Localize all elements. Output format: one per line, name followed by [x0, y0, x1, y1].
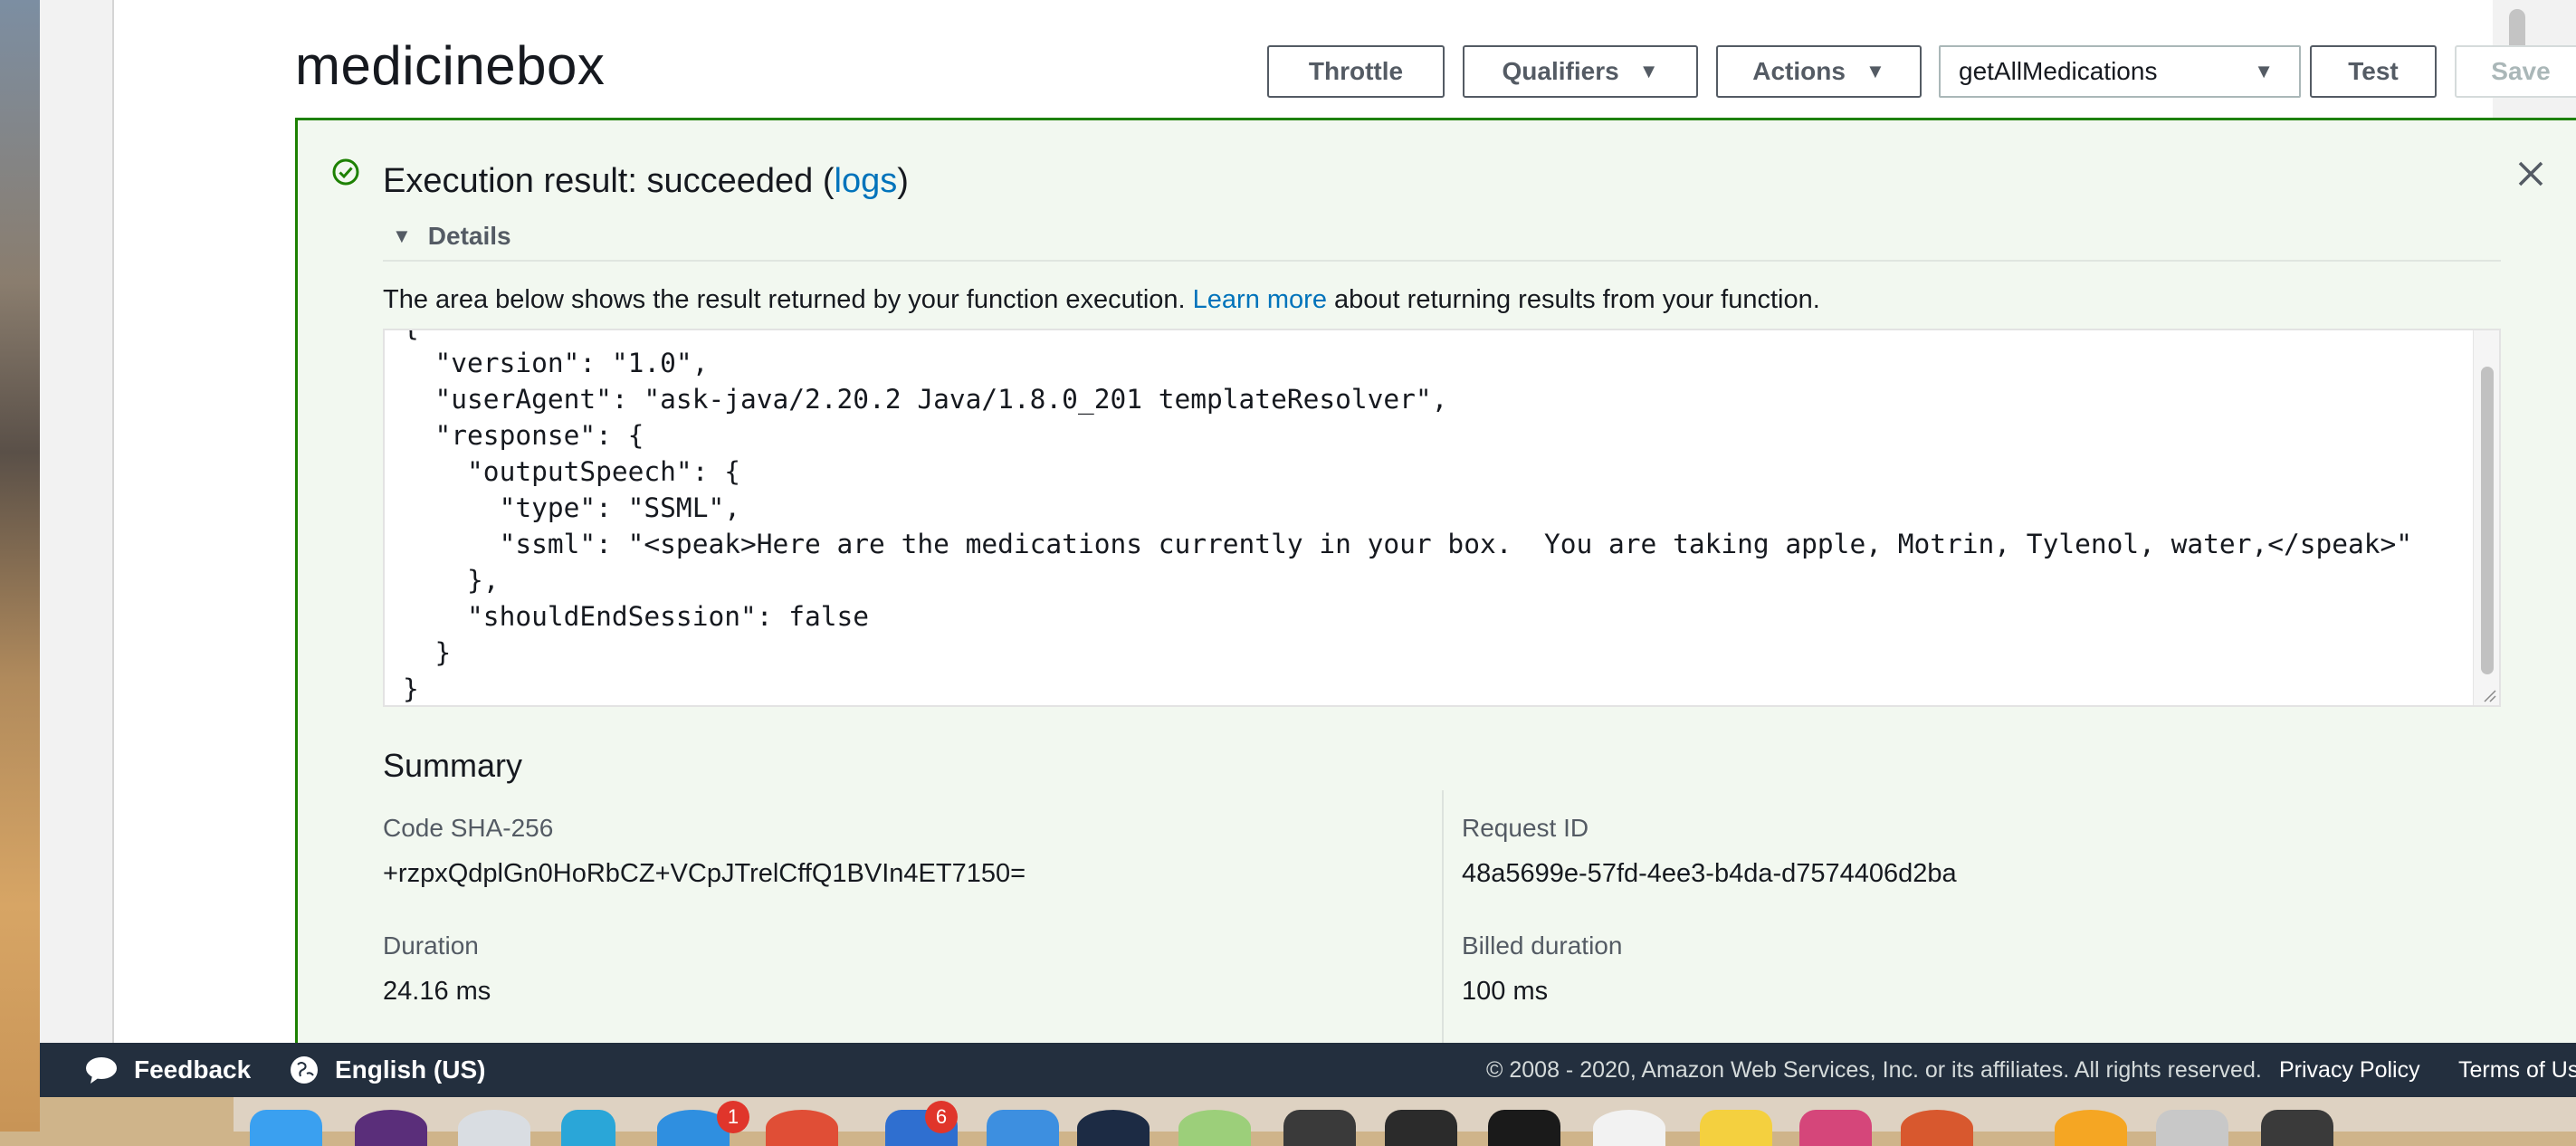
test-event-selected-value: getAllMedications [1959, 57, 2158, 85]
duration-label: Duration [383, 931, 479, 960]
duration-value: 24.16 ms [383, 977, 491, 1006]
dock-app-icon[interactable] [355, 1110, 427, 1146]
dock-app-icon[interactable] [766, 1110, 838, 1146]
code-sha-value: +rzpxQdplGn0HoRbCZ+VCpJTrelCffQ1BVIn4ET7… [383, 859, 1026, 888]
privacy-policy-link[interactable]: Privacy Policy [2279, 1057, 2420, 1084]
desktop-wallpaper [0, 0, 40, 1132]
result-heading-suffix: ) [897, 162, 909, 200]
details-divider [383, 260, 2501, 262]
caret-down-icon: ▼ [2254, 60, 2274, 82]
macos-dock: 1 6 [234, 1097, 2576, 1146]
dock-app-icon[interactable] [2156, 1110, 2228, 1146]
test-button-label: Test [2348, 57, 2399, 85]
dock-app-icon[interactable] [1077, 1110, 1150, 1146]
logs-link[interactable]: logs [835, 162, 898, 200]
dock-app-icon[interactable] [1593, 1110, 1665, 1146]
qualifiers-dropdown-button[interactable]: Qualifiers ▼ [1463, 45, 1698, 98]
qualifiers-button-label: Qualifiers [1502, 57, 1619, 85]
details-label: Details [427, 222, 511, 250]
throttle-button-label: Throttle [1308, 57, 1404, 85]
lambda-console-page: medicinebox Throttle Qualifiers ▼ Action… [112, 0, 2576, 1062]
speech-bubble-icon [86, 1057, 117, 1084]
details-expander[interactable]: ▼ Details [392, 222, 511, 251]
triangle-down-icon: ▼ [392, 224, 412, 247]
request-id-label: Request ID [1462, 814, 1589, 842]
browser-window: medicinebox Throttle Qualifiers ▼ Action… [40, 0, 2576, 1097]
caret-down-icon: ▼ [1865, 60, 1885, 82]
dock-app-icon[interactable] [1901, 1110, 1973, 1146]
notification-badge: 1 [717, 1101, 749, 1133]
resize-handle-icon[interactable] [2481, 687, 2497, 703]
dock-app-icon[interactable] [561, 1110, 615, 1146]
test-event-select[interactable]: getAllMedications ▼ [1939, 45, 2301, 98]
dock-app-icon[interactable] [1178, 1110, 1251, 1146]
terms-of-use-link[interactable]: Terms of Us [2458, 1057, 2576, 1084]
result-description-suffix: about returning results from your functi… [1326, 285, 1820, 314]
dock-app-icon[interactable] [987, 1110, 1059, 1146]
notification-badge: 6 [925, 1101, 958, 1133]
dock-app-finder[interactable] [250, 1110, 322, 1146]
summary-heading: Summary [383, 747, 523, 784]
check-circle-icon [332, 158, 359, 186]
dock-app-icon[interactable] [2261, 1110, 2333, 1146]
code-sha-label: Code SHA-256 [383, 814, 554, 842]
dock-app-icon[interactable] [1283, 1110, 1356, 1146]
billed-duration-value: 100 ms [1462, 977, 1549, 1006]
result-description: The area below shows the result returned… [383, 285, 1820, 315]
learn-more-link[interactable]: Learn more [1193, 285, 1327, 314]
execution-result-panel: Execution result: succeeded (logs) ▼ Det… [295, 118, 2576, 1062]
billed-duration-label: Billed duration [1462, 931, 1623, 960]
feedback-label: Feedback [134, 1055, 252, 1084]
result-description-prefix: The area below shows the result returned… [383, 285, 1193, 314]
feedback-button[interactable]: Feedback [85, 1055, 251, 1084]
function-name-title: medicinebox [295, 35, 606, 96]
save-button[interactable]: Save [2455, 45, 2576, 98]
save-button-label: Save [2491, 57, 2551, 85]
test-button[interactable]: Test [2310, 45, 2437, 98]
dock-app-icon[interactable] [1700, 1110, 1772, 1146]
dock-app-icon[interactable] [2055, 1110, 2127, 1146]
execution-result-heading: Execution result: succeeded (logs) [383, 162, 909, 201]
console-footer: Feedback English (US) © 2008 - 2020, Ama… [40, 1043, 2576, 1097]
result-output-textarea[interactable]: { "version": "1.0", "userAgent": "ask-ja… [383, 329, 2501, 707]
actions-dropdown-button[interactable]: Actions ▼ [1716, 45, 1922, 98]
summary-column-divider [1442, 790, 1444, 1062]
footer-copyright: © 2008 - 2020, Amazon Web Services, Inc.… [1486, 1057, 2262, 1083]
dock-app-icon[interactable] [1385, 1110, 1457, 1146]
result-json-text: { "version": "1.0", "userAgent": "ask-ja… [403, 330, 2413, 704]
result-heading-prefix: Execution result: succeeded ( [383, 162, 835, 200]
globe-icon [291, 1056, 318, 1084]
dock-app-icon[interactable] [458, 1110, 530, 1146]
request-id-value: 48a5699e-57fd-4ee3-b4da-d7574406d2ba [1462, 859, 1957, 888]
actions-button-label: Actions [1752, 57, 1846, 85]
caret-down-icon: ▼ [1638, 60, 1659, 82]
close-icon[interactable] [2515, 158, 2546, 189]
throttle-button[interactable]: Throttle [1267, 45, 1445, 98]
dock-app-icon[interactable] [1488, 1110, 1560, 1146]
language-label: English (US) [335, 1055, 486, 1084]
output-scrollbar-thumb[interactable] [2481, 367, 2494, 674]
output-scrollbar[interactable] [2473, 330, 2499, 705]
language-selector[interactable]: English (US) [290, 1055, 485, 1084]
dock-app-icon[interactable] [1799, 1110, 1872, 1146]
